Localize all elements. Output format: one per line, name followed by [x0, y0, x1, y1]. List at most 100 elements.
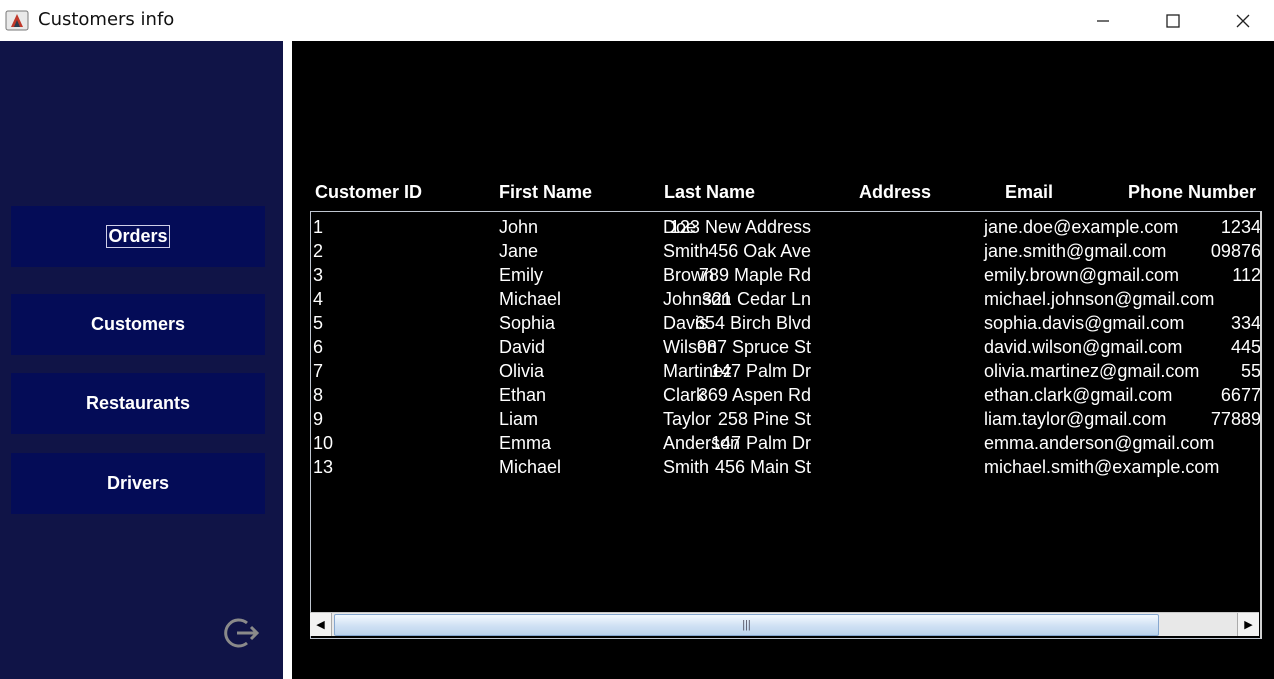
sidebar-item-orders[interactable]: Orders: [11, 206, 265, 267]
horizontal-scrollbar[interactable]: ◀ ||| ▶: [310, 612, 1259, 636]
main-panel: Customer ID First Name Last Name Address…: [292, 41, 1274, 679]
cell-phone-number: 667788: [1220, 385, 1261, 405]
cell-customer-id: 7: [313, 361, 324, 381]
table-row[interactable]: 3 Emily Brown 789 Maple Rd emily.brown@gmail…: [311, 263, 1261, 287]
cell-email: michael.smith@example.com: [984, 457, 1220, 477]
table-row[interactable]: 6 David Wilson 987 Spruce St david.wilson@gm…: [311, 335, 1261, 359]
cell-address: 147 Palm Dr: [710, 361, 811, 381]
cell-first-name: Ethan: [499, 385, 547, 405]
table-row[interactable]: 10 Emma Anderson 147 Palm Dr emma.anderson@g…: [311, 431, 1262, 455]
header-last-name[interactable]: Last Name: [664, 182, 755, 203]
cell-last-name: Smith: [663, 241, 710, 261]
cell-address: 321 Cedar Ln: [701, 289, 811, 309]
table-row[interactable]: 2 Jane Smith 456 Oak Ave jane.smith@gmail.co…: [311, 239, 1261, 263]
cell-email: michael.johnson@gmail.com: [984, 289, 1215, 309]
table-row[interactable]: 5 Sophia Davis 654 Birch Blvd sophia.davis@g…: [311, 311, 1261, 335]
cell-customer-id: 4: [313, 289, 324, 309]
cell-first-name: Sophia: [499, 313, 556, 333]
header-first-name[interactable]: First Name: [499, 182, 592, 203]
sidebar-item-restaurants[interactable]: Restaurants: [11, 373, 265, 434]
cell-address: 789 Maple Rd: [698, 265, 811, 285]
cell-first-name: Emma: [499, 433, 552, 453]
cell-phone-number: 88: [1261, 431, 1262, 455]
scroll-thumb[interactable]: |||: [334, 614, 1159, 636]
cell-address: 987 Spruce St: [696, 337, 811, 357]
divider: [283, 41, 292, 679]
cell-email: sophia.davis@gmail.com: [984, 313, 1185, 333]
cell-address: 123 New Address: [669, 217, 811, 237]
cell-first-name: Emily: [499, 265, 543, 285]
cell-address: 258 Pine St: [717, 409, 811, 429]
cell-customer-id: 2: [313, 241, 324, 261]
logout-icon[interactable]: [221, 613, 261, 653]
cell-customer-id: 5: [313, 313, 324, 333]
sidebar-item-label: Customers: [90, 314, 186, 334]
title-bar: Customers info: [0, 0, 1274, 41]
cell-first-name: Michael: [499, 457, 562, 477]
table-row[interactable]: 1 John Doe 123 New Address jane.doe@example.…: [311, 215, 1261, 239]
cell-email: david.wilson@gmail.com: [984, 337, 1183, 357]
sidebar: [0, 41, 283, 679]
header-customer-id[interactable]: Customer ID: [315, 182, 422, 203]
table-row[interactable]: 4 Michael Johnson 321 Cedar Ln michael.johns…: [311, 287, 1262, 311]
cell-first-name: Jane: [499, 241, 539, 261]
cell-customer-id: 3: [313, 265, 324, 285]
sidebar-item-label: Orders: [106, 225, 170, 248]
cell-customer-id: 8: [313, 385, 324, 405]
close-icon: [1236, 14, 1250, 27]
cell-phone-number: 33445: [1230, 313, 1261, 333]
sidebar-item-label: Drivers: [106, 473, 170, 493]
maximize-button[interactable]: [1138, 0, 1208, 41]
cell-email: olivia.martinez@gmail.com: [984, 361, 1200, 381]
scroll-left-button[interactable]: ◀: [310, 613, 332, 636]
header-phone-number[interactable]: Phone Number: [1128, 182, 1256, 203]
table-row[interactable]: 13 Michael Smith 456 Main St michael.smith@e…: [311, 455, 1260, 479]
cell-email: emily.brown@gmail.com: [984, 265, 1179, 285]
sidebar-item-drivers[interactable]: Drivers: [11, 453, 265, 514]
cell-phone-number: 11223: [1232, 265, 1261, 285]
cell-customer-id: 6: [313, 337, 324, 357]
cell-email: jane.smith@gmail.com: [984, 241, 1167, 261]
java-app-icon: [5, 10, 29, 31]
cell-phone-number: 22: [1261, 287, 1262, 311]
cell-address: 369 Aspen Rd: [697, 385, 811, 405]
cell-first-name: Liam: [499, 409, 539, 429]
cell-phone-number: 44556: [1230, 337, 1261, 357]
table-row[interactable]: 9 Liam Taylor 258 Pine St liam.taylor@gmail.…: [311, 407, 1261, 431]
cell-email: ethan.clark@gmail.com: [984, 385, 1173, 405]
close-button[interactable]: [1208, 0, 1274, 41]
cell-first-name: Michael: [499, 289, 562, 309]
cell-address: 654 Birch Blvd: [694, 313, 811, 333]
scroll-right-button[interactable]: ▶: [1237, 613, 1259, 636]
sidebar-item-label: Restaurants: [85, 393, 191, 413]
cell-first-name: David: [499, 337, 546, 357]
cell-phone-number: 0987654: [1210, 241, 1261, 261]
table-row[interactable]: 7 Olivia Martinez 147 Palm Dr olivia.martine…: [311, 359, 1261, 383]
minimize-button[interactable]: [1068, 0, 1138, 41]
cell-address: 456 Oak Ave: [708, 241, 811, 261]
cell-email: jane.doe@example.com: [984, 217, 1179, 237]
cell-phone-number: 7788990: [1210, 409, 1261, 429]
header-email[interactable]: Email: [1005, 182, 1053, 203]
cell-customer-id: 10: [313, 433, 334, 453]
cell-address: 456 Main St: [714, 457, 811, 477]
cell-customer-id: 1: [313, 217, 324, 237]
cell-last-name: Taylor: [663, 409, 712, 429]
cell-first-name: Olivia: [499, 361, 545, 381]
cell-phone-number: 123456: [1220, 217, 1261, 237]
cell-first-name: John: [499, 217, 539, 237]
cell-customer-id: 13: [313, 457, 334, 477]
cell-email: liam.taylor@gmail.com: [984, 409, 1167, 429]
cell-email: emma.anderson@gmail.com: [984, 433, 1215, 453]
cell-customer-id: 9: [313, 409, 324, 429]
minimize-icon: [1097, 19, 1109, 22]
cell-phone-number: 5566: [1240, 361, 1261, 381]
table-row[interactable]: 8 Ethan Clark 369 Aspen Rd ethan.clark@gmail…: [311, 383, 1261, 407]
maximize-icon: [1166, 13, 1180, 28]
cell-address: 147 Palm Dr: [710, 433, 811, 453]
sidebar-item-customers[interactable]: Customers: [11, 294, 265, 355]
customers-table: 1 John Doe 123 New Address jane.doe@example.…: [310, 211, 1262, 639]
header-address[interactable]: Address: [859, 182, 931, 203]
cell-last-name: Smith: [663, 457, 710, 477]
window-title: Customers info: [38, 9, 175, 30]
